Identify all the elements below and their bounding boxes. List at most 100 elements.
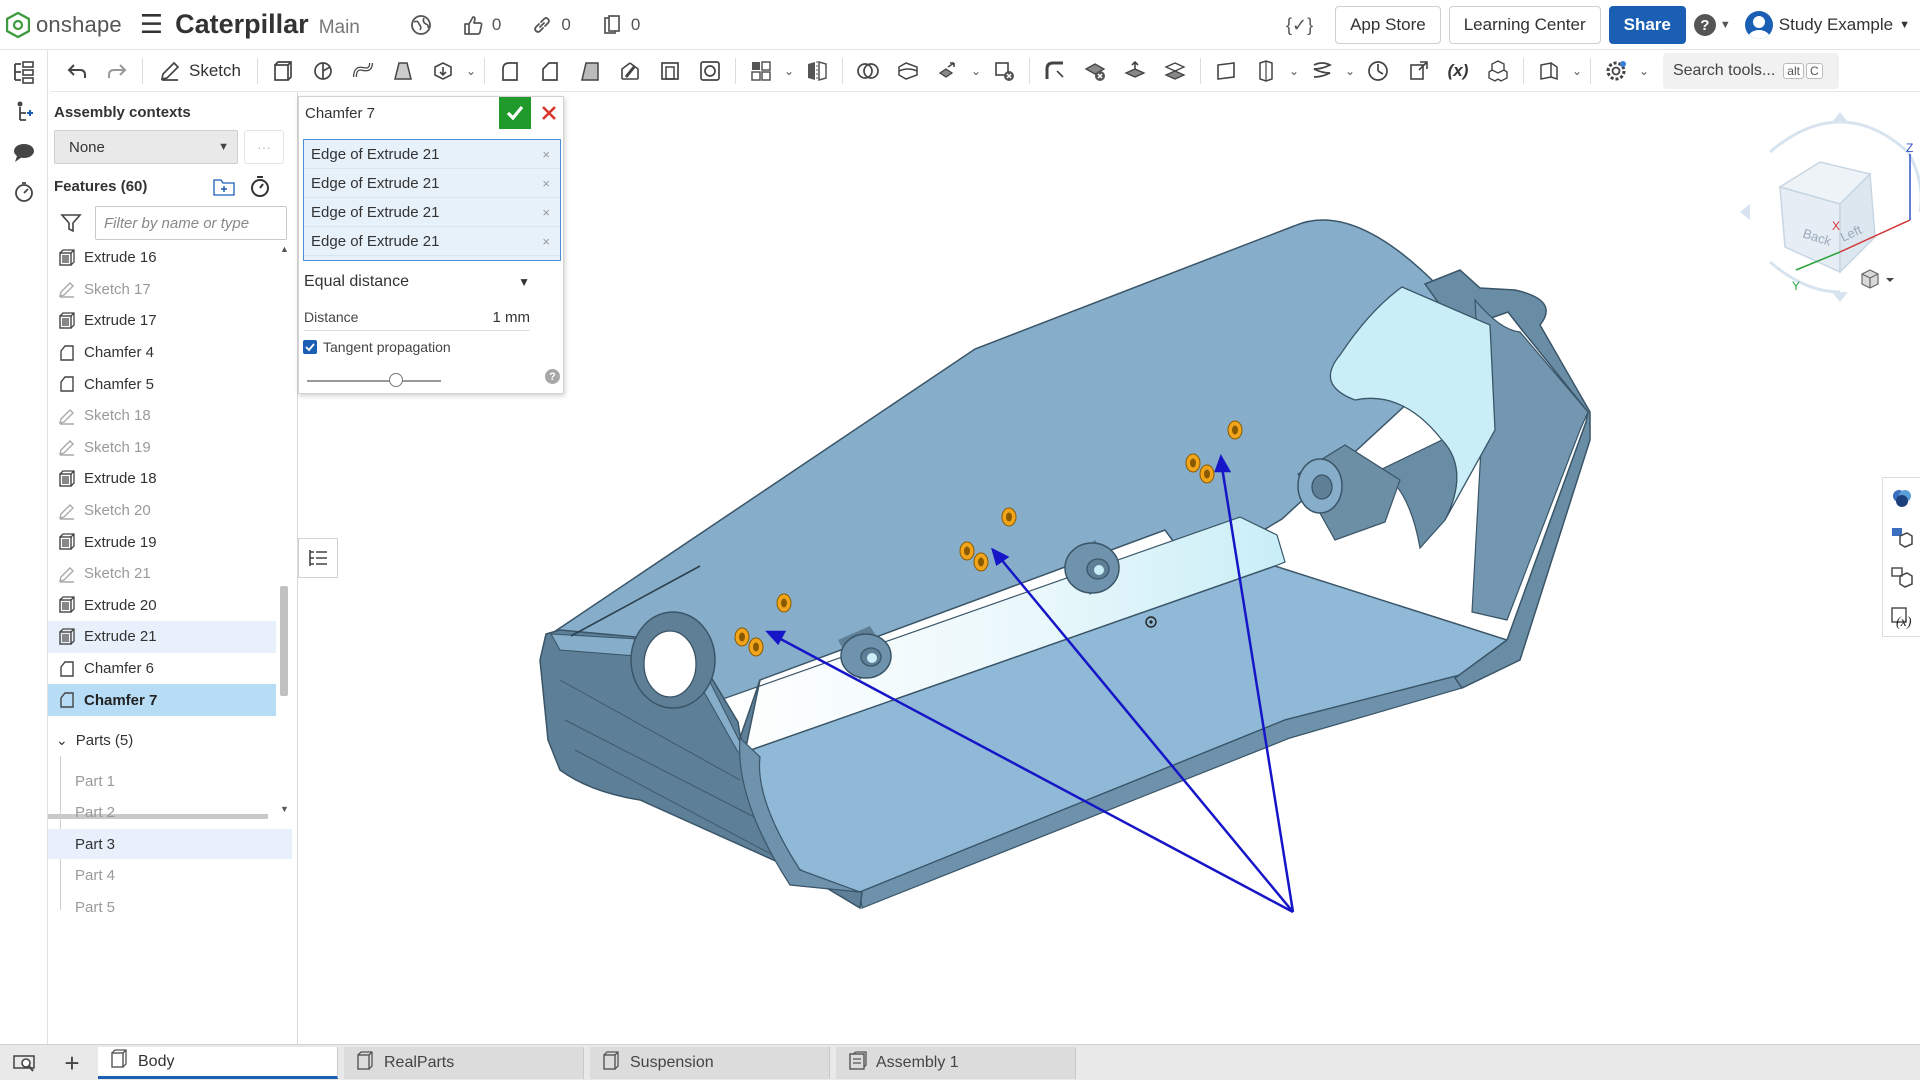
feature-item[interactable]: Extrude 21 [48,621,276,653]
comments-icon[interactable] [10,138,38,166]
feature-item[interactable]: Extrude 16 [48,242,276,274]
feature-list-scrollbar[interactable]: ▲ ▼ [278,242,290,818]
variable-studio-icon[interactable]: {✓} [1286,15,1313,36]
delete-face-tool[interactable] [1076,54,1114,88]
sheet-metal-tool[interactable] [1530,54,1568,88]
chevron-down-icon[interactable]: ⌄ [782,64,796,78]
custom-features-tool[interactable] [1479,54,1517,88]
feature-item[interactable]: Chamfer 7 [48,684,276,716]
help-icon[interactable]: ? [545,369,560,384]
feature-item[interactable]: Extrude 18 [48,463,276,495]
cancel-button[interactable] [533,97,565,129]
undo-button[interactable] [58,54,96,88]
add-folder-icon[interactable] [212,176,236,202]
pattern-tool[interactable] [742,54,780,88]
selected-edge-item[interactable]: Edge of Extrude 21 × [304,198,560,227]
onshape-logo[interactable]: onshape [0,11,122,38]
branch-name[interactable]: Main [319,17,360,39]
document-title[interactable]: Caterpillar [175,9,309,40]
chevron-down-icon[interactable]: ⌄ [1637,64,1651,78]
configurations-icon[interactable] [1883,518,1920,558]
fillet-tool[interactable] [491,54,529,88]
globe-icon[interactable] [410,14,432,36]
chamfer-tool[interactable] [531,54,569,88]
app-store-button[interactable]: App Store [1335,6,1441,44]
feature-item[interactable]: Sketch 17 [48,274,276,306]
split-tool[interactable] [889,54,927,88]
boolean-tool[interactable] [849,54,887,88]
feature-item[interactable]: Chamfer 5 [48,368,276,400]
chevron-down-icon[interactable]: ⌄ [1287,64,1301,78]
tab-search-icon[interactable] [0,1045,48,1080]
caterpillar-body-part[interactable] [539,219,1591,914]
part-item[interactable]: Part 2 [48,798,292,828]
feature-item[interactable]: Sketch 21 [48,558,276,590]
remove-selection-icon[interactable]: × [542,176,550,191]
part-item[interactable]: Part 3 [48,829,292,860]
help-menu[interactable]: ? ▼ [1693,14,1731,36]
view-rotate-left-icon[interactable] [1740,204,1750,220]
bill-of-materials-icon[interactable] [1883,558,1920,598]
copies-button[interactable]: 0 [601,14,640,36]
variables-panel-icon[interactable]: (x) [1883,598,1920,638]
extrude-tool[interactable] [264,54,302,88]
distance-value[interactable]: 1 mm [493,309,531,326]
measure-tool[interactable] [1359,54,1397,88]
chevron-down-icon[interactable]: ⌄ [1570,64,1584,78]
redo-button[interactable] [98,54,136,88]
mirror-tool[interactable] [798,54,836,88]
main-menu-icon[interactable]: ☰ [140,9,163,40]
settings-tool[interactable] [1597,54,1635,88]
tab-assembly-1[interactable]: Assembly 1 [836,1047,1076,1079]
distance-field[interactable]: Distance 1 mm [304,309,530,331]
remove-selection-icon[interactable]: × [542,147,550,162]
remove-selection-icon[interactable]: × [542,205,550,220]
feature-item[interactable]: Extrude 19 [48,526,276,558]
assembly-context-select[interactable]: None ▼ [54,130,238,164]
feature-item[interactable]: Sketch 20 [48,495,276,527]
chevron-down-icon[interactable]: ⌄ [464,64,478,78]
search-tools-input[interactable]: Search tools... alt C [1662,52,1839,89]
user-menu[interactable]: Study Example ▼ [1744,11,1910,39]
appearance-icon[interactable] [1883,478,1920,518]
selected-edge-item[interactable]: Edge of Extrude 21 × [304,140,560,169]
selected-edge-item[interactable]: Edge of Extrude 21 × [304,169,560,198]
delete-part-tool[interactable] [985,54,1023,88]
part-item[interactable]: Part 5 [48,892,292,922]
draft-tool[interactable] [571,54,609,88]
view-cube[interactable]: Back Left X Y Z [1740,112,1920,302]
sketch-button[interactable]: Sketch [149,54,251,88]
scroll-thumb[interactable] [280,586,288,696]
chevron-down-icon[interactable]: ⌄ [969,64,983,78]
derived-tool[interactable] [1399,54,1437,88]
assembly-context-more-button[interactable]: ··· [244,130,284,164]
plane-tool[interactable] [1207,54,1245,88]
chevron-down-icon[interactable]: ⌄ [1343,64,1357,78]
slider-handle[interactable] [389,373,403,387]
modify-fillet-tool[interactable] [1036,54,1074,88]
thicken-tool[interactable] [424,54,462,88]
view-rotate-down-icon[interactable] [1832,292,1848,302]
parts-header[interactable]: ⌄ Parts (5) [56,732,133,749]
share-button[interactable]: Share [1608,6,1686,44]
feature-item[interactable]: Chamfer 6 [48,653,276,685]
replace-face-tool[interactable] [1156,54,1194,88]
history-timer-icon[interactable] [10,178,38,206]
shell-tool[interactable] [651,54,689,88]
add-tab-icon[interactable]: + [48,1045,96,1080]
selected-edge-item[interactable]: Edge of Extrude 21 × [304,227,560,256]
learning-center-button[interactable]: Learning Center [1448,6,1601,44]
tab-realparts[interactable]: RealParts [344,1047,584,1079]
move-face-tool[interactable] [1116,54,1154,88]
links-button[interactable]: 0 [531,14,571,36]
chamfer-type-select[interactable]: Equal distance ▼ [304,273,530,291]
tangent-propagation-checkbox[interactable]: Tangent propagation [303,339,451,355]
feature-item[interactable]: Sketch 19 [48,432,276,464]
view-options-button[interactable] [1861,269,1894,289]
tab-suspension[interactable]: Suspension [590,1047,830,1079]
hole-tool[interactable] [691,54,729,88]
like-button[interactable]: 0 [462,14,501,36]
revolve-tool[interactable] [304,54,342,88]
instances-icon[interactable] [10,98,38,126]
remove-selection-icon[interactable]: × [542,234,550,249]
